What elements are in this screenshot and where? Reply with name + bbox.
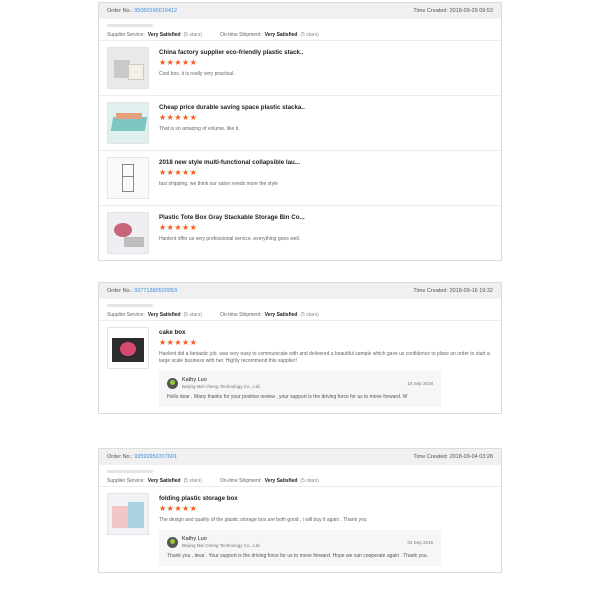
- review-comment: fast shipping, we think our salon needs …: [159, 181, 278, 187]
- product-thumbnail[interactable]: [107, 327, 149, 369]
- avatar: [167, 377, 178, 389]
- ontime-shipment-stars: (5 stars): [300, 311, 319, 318]
- supplier-reply: Kathy Luo Beijing Mei Cheng Technology C…: [159, 530, 441, 566]
- supplier-service-rating: Very Satisfied: [147, 477, 181, 484]
- product-thumbnail[interactable]: [107, 47, 149, 89]
- blurred-buyer: [107, 304, 153, 307]
- review-comment: The design and quality of the plastic st…: [159, 517, 367, 523]
- order-header: Order No.: 93592950377601 Time Created: …: [99, 449, 501, 465]
- order-card: Order No.: 95050190019412 Time Created: …: [98, 2, 502, 261]
- product-title-link[interactable]: cake box: [159, 329, 493, 336]
- product-thumbnail[interactable]: [107, 157, 149, 199]
- supplier-service-rating: Very Satisfied: [147, 31, 181, 38]
- product-title-link[interactable]: folding plastic storage box: [159, 495, 493, 502]
- reply-company: Beijing Mei Cheng Technology Co., Ltd.: [182, 384, 261, 389]
- supplier-service-stars: (5 stars): [183, 477, 202, 484]
- product-title-link[interactable]: 2018 new style multi-functional collapsi…: [159, 159, 493, 166]
- reply-date: 04 Sep 2018: [407, 539, 433, 545]
- review-comment: That is so amazing of volume. like it.: [159, 126, 240, 132]
- star-rating: ★★★★★: [159, 223, 198, 232]
- feedback-page: Order No.: 95050190019412 Time Created: …: [0, 0, 600, 600]
- review-item: Cheap price durable saving space plastic…: [99, 96, 501, 151]
- order-header: Order No.: 95050190019412 Time Created: …: [99, 3, 501, 19]
- order-number-link[interactable]: 95050190019412: [134, 8, 177, 14]
- time-created-label: Time Created:: [413, 288, 449, 294]
- star-rating: ★★★★★: [159, 58, 198, 67]
- order-no-label: Order No.:: [107, 454, 133, 460]
- review-item: folding plastic storage box ★★★★★ The de…: [99, 487, 501, 572]
- order-no-label: Order No.:: [107, 288, 133, 294]
- product-title-link[interactable]: Plastic Tote Box Gray Stackable Storage …: [159, 214, 493, 221]
- reply-author-name: Kathy Luo: [182, 377, 207, 383]
- ontime-shipment-rating: Very Satisfied: [264, 311, 298, 318]
- review-item: China factory supplier eco-friendly plas…: [99, 41, 501, 96]
- star-rating: ★★★★★: [159, 113, 198, 122]
- supplier-service-label: Supplier Service:: [107, 477, 145, 484]
- star-rating: ★★★★★: [159, 504, 198, 513]
- blurred-buyer: [107, 24, 153, 27]
- supplier-service-rating: Very Satisfied: [147, 311, 181, 318]
- buyer-name: [99, 19, 501, 29]
- order-card: Order No.: 93592950377601 Time Created: …: [98, 448, 502, 573]
- buyer-name: [99, 465, 501, 475]
- supplier-service-label: Supplier Service:: [107, 311, 145, 318]
- reply-text: Hello dear , Many thanks for your positi…: [167, 394, 408, 400]
- reply-author-name: Kathy Luo: [182, 536, 207, 542]
- product-title-link[interactable]: Cheap price durable saving space plastic…: [159, 104, 493, 111]
- reply-date: 16 Sep 2018: [407, 380, 433, 386]
- ratings-row: Supplier Service: Very Satisfied (5 star…: [99, 309, 501, 321]
- ontime-shipment-rating: Very Satisfied: [264, 31, 298, 38]
- buyer-name: [99, 299, 501, 309]
- review-item: 2018 new style multi-functional collapsi…: [99, 151, 501, 206]
- ontime-shipment-rating: Very Satisfied: [264, 477, 298, 484]
- time-created-label: Time Created:: [413, 8, 449, 14]
- review-item: cake box ★★★★★ Hanlent did a fantastic j…: [99, 321, 501, 413]
- ontime-shipment-label: On-time Shipment:: [219, 311, 262, 318]
- product-thumbnail[interactable]: [107, 493, 149, 535]
- ontime-shipment-stars: (5 stars): [300, 31, 319, 38]
- reply-text: Thank you , dear . Your support is the d…: [167, 553, 428, 559]
- order-number-link[interactable]: 93592950377601: [134, 454, 177, 460]
- star-rating: ★★★★★: [159, 168, 198, 177]
- ontime-shipment-label: On-time Shipment:: [219, 31, 262, 38]
- review-comment: Cool box, it is really very practical.: [159, 71, 235, 77]
- supplier-service-label: Supplier Service:: [107, 31, 145, 38]
- order-no-label: Order No.:: [107, 8, 133, 14]
- review-comment: Hanlent offer us very professional servi…: [159, 236, 301, 242]
- time-created-label: Time Created:: [413, 454, 449, 460]
- star-rating: ★★★★★: [159, 338, 198, 347]
- product-thumbnail[interactable]: [107, 102, 149, 144]
- supplier-reply: Kathy Luo Beijing Mei Cheng Technology C…: [159, 371, 441, 407]
- ontime-shipment-stars: (5 stars): [300, 477, 319, 484]
- reply-company: Beijing Mei Cheng Technology Co., Ltd.: [182, 543, 261, 548]
- supplier-service-stars: (5 stars): [183, 311, 202, 318]
- supplier-service-stars: (5 stars): [183, 31, 202, 38]
- review-item: Plastic Tote Box Gray Stackable Storage …: [99, 206, 501, 260]
- ontime-shipment-label: On-time Shipment:: [219, 477, 262, 484]
- time-created-value: 2018-09-29 09:53: [449, 8, 493, 14]
- order-header: Order No.: 93771380520053 Time Created: …: [99, 283, 501, 299]
- order-number-link[interactable]: 93771380520053: [134, 288, 177, 294]
- review-comment: Hanlent did a fantastic job, was very ea…: [159, 351, 490, 364]
- product-title-link[interactable]: China factory supplier eco-friendly plas…: [159, 49, 493, 56]
- blurred-buyer: [107, 470, 153, 473]
- product-thumbnail[interactable]: [107, 212, 149, 254]
- time-created-value: 2018-09-04 03:28: [449, 454, 493, 460]
- order-card: Order No.: 93771380520053 Time Created: …: [98, 282, 502, 414]
- time-created-value: 2018-09-16 19:32: [449, 288, 493, 294]
- avatar: [167, 536, 178, 548]
- ratings-row: Supplier Service: Very Satisfied (5 star…: [99, 29, 501, 41]
- ratings-row: Supplier Service: Very Satisfied (5 star…: [99, 475, 501, 487]
